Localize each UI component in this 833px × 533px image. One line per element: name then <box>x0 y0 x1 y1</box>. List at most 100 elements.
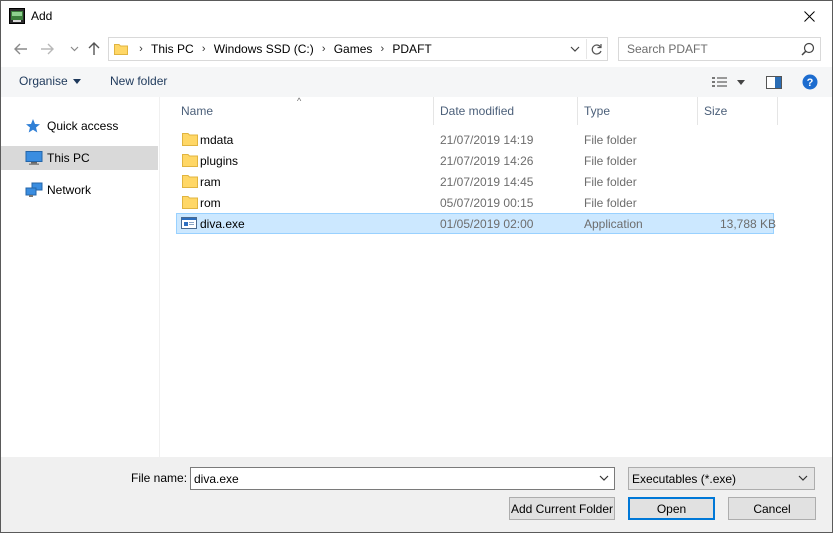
change-view-button[interactable] <box>708 73 748 91</box>
close-icon <box>803 11 815 22</box>
breadcrumb-item[interactable]: PDAFT <box>390 42 433 56</box>
caret-down-icon <box>72 78 81 84</box>
file-row[interactable]: ram 21/07/2019 14:45 File folder <box>176 171 774 192</box>
button-label: Cancel <box>753 501 791 516</box>
file-name: rom <box>200 196 221 210</box>
search-icon <box>801 42 815 59</box>
search-box[interactable] <box>618 37 821 61</box>
sidebar-item-label: Network <box>47 183 92 197</box>
arrow-left-icon <box>14 43 27 55</box>
column-header-label: Size <box>704 104 728 118</box>
organise-label: Organise <box>19 74 68 88</box>
column-header-date[interactable]: Date modified <box>434 97 578 125</box>
arrow-up-icon <box>88 42 100 55</box>
folder-icon <box>114 42 128 59</box>
column-header-label: Name <box>181 104 214 118</box>
address-dropdown-button[interactable] <box>567 41 583 57</box>
file-type: File folder <box>584 196 637 210</box>
file-type: File folder <box>584 175 637 189</box>
file-name-dropdown-button[interactable] <box>597 471 611 485</box>
file-date: 01/05/2019 02:00 <box>440 217 534 231</box>
back-button[interactable] <box>11 39 31 59</box>
sidebar-item-quick-access[interactable]: Quick access <box>1 114 158 138</box>
app-icon <box>9 8 25 24</box>
column-header-label: Date modified <box>440 104 515 118</box>
file-date: 21/07/2019 14:45 <box>440 175 534 189</box>
file-name-input[interactable] <box>191 468 591 489</box>
help-icon: ? <box>802 74 818 90</box>
add-current-folder-button[interactable]: Add Current Folder <box>509 497 615 520</box>
network-icon <box>25 182 43 198</box>
folder-icon <box>182 132 198 146</box>
close-button[interactable] <box>786 1 832 32</box>
file-list: ^ Name Date modified Type Size mdata 21/… <box>161 96 832 457</box>
file-date: 05/07/2019 00:15 <box>440 196 534 210</box>
svg-text:?: ? <box>807 77 814 89</box>
up-button[interactable] <box>84 39 104 59</box>
file-type: Application <box>584 217 643 231</box>
sidebar-item-label: Quick access <box>47 119 119 133</box>
star-icon <box>25 118 43 134</box>
button-label: Open <box>656 501 687 516</box>
breadcrumb-item[interactable]: Windows SSD (C:) <box>212 42 316 56</box>
breadcrumb-item[interactable]: This PC <box>149 42 196 56</box>
file-name: diva.exe <box>200 217 245 231</box>
column-header-label: Type <box>584 104 611 118</box>
computer-icon <box>25 150 43 166</box>
arrow-right-icon <box>41 43 54 55</box>
file-row[interactable]: rom 05/07/2019 00:15 File folder <box>176 192 774 213</box>
preview-pane-icon <box>766 75 782 89</box>
refresh-button[interactable] <box>586 39 606 59</box>
file-dialog-window: Add › This PC › Windows SSD (C:) › Games… <box>0 0 833 533</box>
breadcrumb-item[interactable]: Games <box>332 42 375 56</box>
file-date: 21/07/2019 14:19 <box>440 133 534 147</box>
navigation-bar: › This PC › Windows SSD (C:) › Games › P… <box>1 35 832 63</box>
command-bar: Organise New folder ? <box>1 67 832 97</box>
file-name: ram <box>200 175 221 189</box>
sidebar-item-label: This PC <box>47 151 90 165</box>
chevron-down-icon <box>798 475 808 481</box>
chevron-down-icon <box>570 46 580 52</box>
file-row[interactable]: diva.exe 01/05/2019 02:00 Application 13… <box>176 213 776 234</box>
open-button[interactable]: Open <box>628 497 715 520</box>
sidebar-item-this-pc[interactable]: This PC <box>1 146 158 170</box>
file-type: File folder <box>584 133 637 147</box>
file-row[interactable]: mdata 21/07/2019 14:19 File folder <box>176 129 774 150</box>
refresh-icon <box>591 43 602 55</box>
address-bar[interactable]: › This PC › Windows SSD (C:) › Games › P… <box>108 37 608 61</box>
preview-pane-button[interactable] <box>764 73 784 91</box>
file-name: plugins <box>200 154 239 168</box>
sidebar-item-network[interactable]: Network <box>1 178 158 202</box>
help-button[interactable]: ? <box>800 73 820 91</box>
file-row[interactable]: plugins 21/07/2019 14:26 File folder <box>176 150 774 171</box>
search-input[interactable] <box>619 38 797 60</box>
folder-icon <box>182 195 198 209</box>
application-icon <box>181 216 197 230</box>
chevron-down-icon <box>70 46 78 52</box>
new-folder-label: New folder <box>110 74 168 88</box>
dialog-footer: File name: Executables (*.exe) Add Curre… <box>1 457 832 532</box>
chevron-right-icon: › <box>139 43 143 55</box>
button-label: Add Current Folder <box>510 501 614 516</box>
details-view-icon <box>712 77 727 87</box>
navigation-pane: Quick access This PC Network <box>1 97 160 457</box>
folder-icon <box>182 153 198 167</box>
file-type-select[interactable]: Executables (*.exe) <box>628 467 815 490</box>
column-header-name[interactable]: Name <box>175 97 434 125</box>
caret-down-icon <box>737 79 745 85</box>
forward-button[interactable] <box>37 39 57 59</box>
recent-locations-button[interactable] <box>64 39 84 59</box>
column-header-size[interactable]: Size <box>698 97 778 125</box>
column-header-type[interactable]: Type <box>578 97 698 125</box>
new-folder-button[interactable]: New folder <box>110 74 167 88</box>
file-name: mdata <box>200 133 234 147</box>
chevron-right-icon: › <box>201 43 206 55</box>
chevron-right-icon: › <box>321 43 326 55</box>
cancel-button[interactable]: Cancel <box>728 497 816 520</box>
file-type-dropdown-button[interactable] <box>796 471 810 485</box>
file-name-combobox[interactable] <box>190 467 615 490</box>
window-title: Add <box>31 9 53 23</box>
organise-button[interactable]: Organise <box>19 74 81 88</box>
file-type: File folder <box>584 154 637 168</box>
file-date: 21/07/2019 14:26 <box>440 154 534 168</box>
